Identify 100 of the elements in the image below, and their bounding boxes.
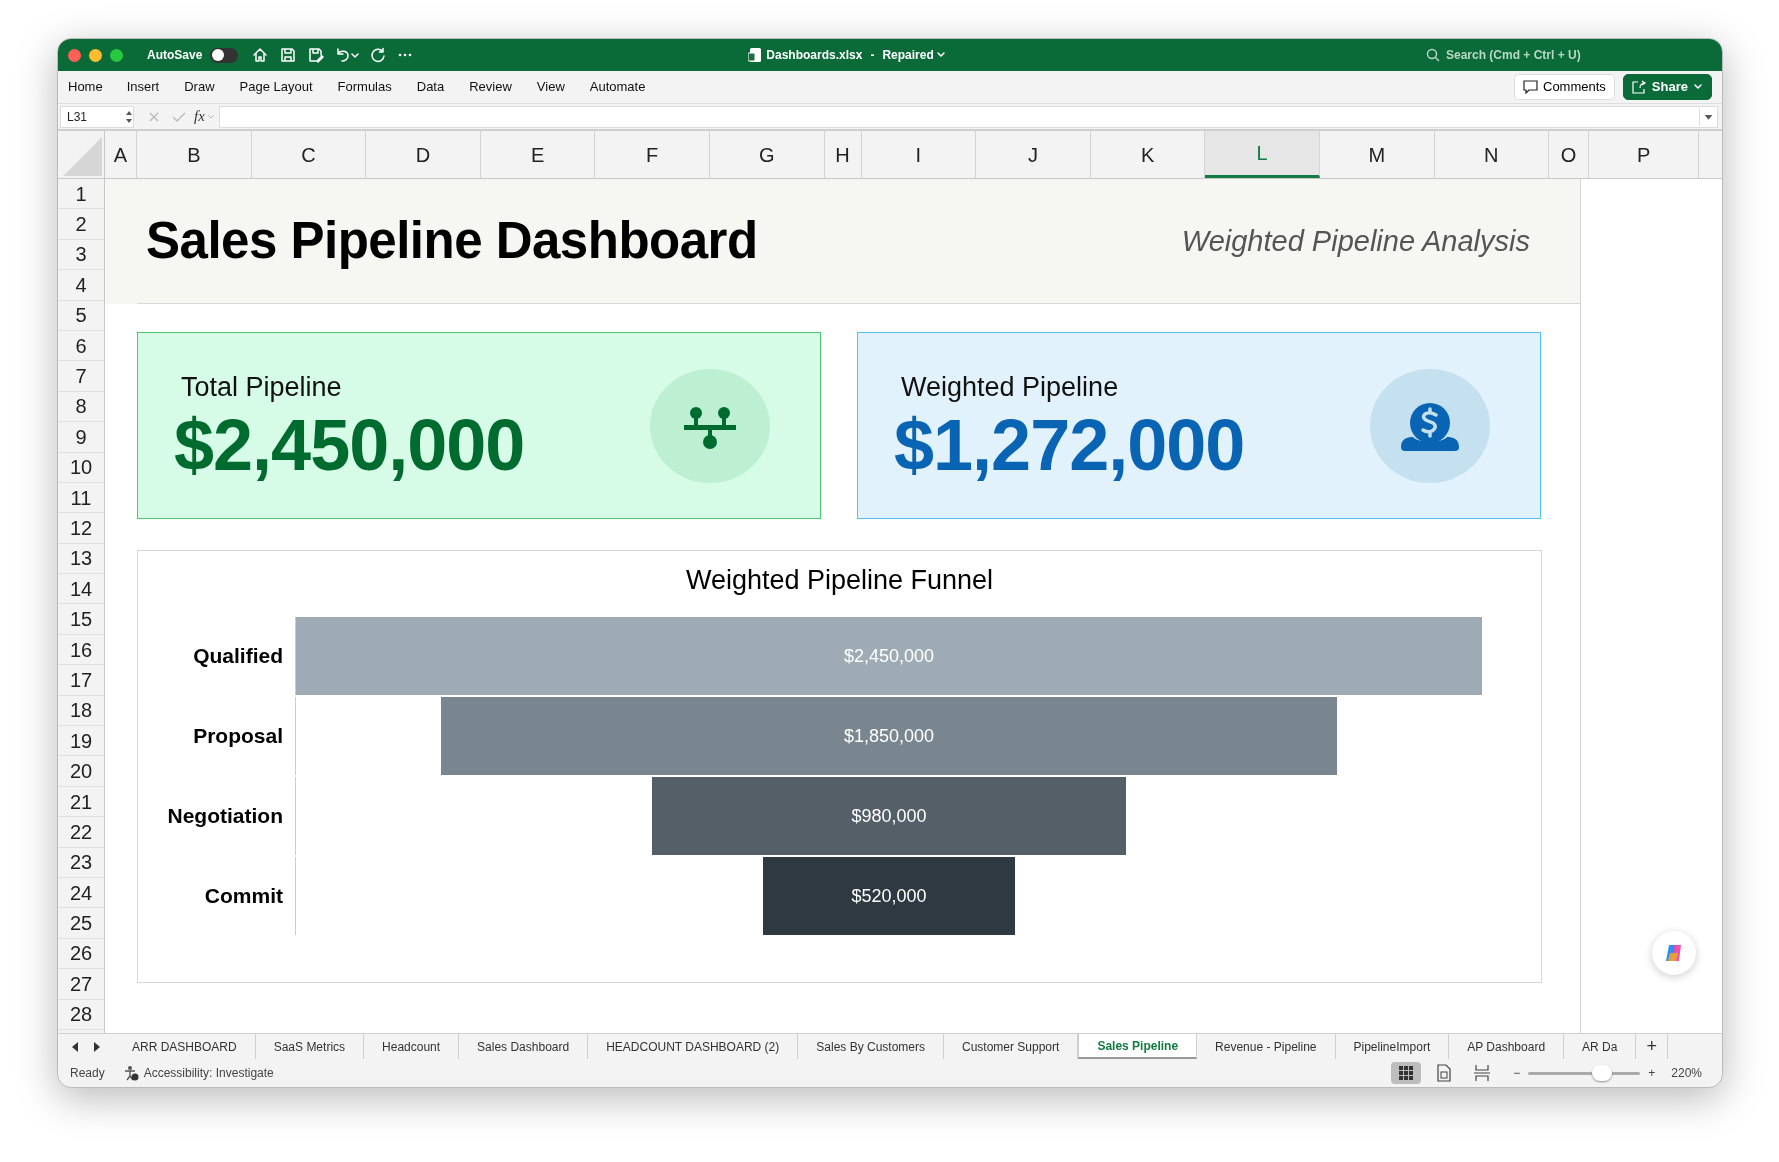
add-sheet-button[interactable]: + bbox=[1636, 1034, 1668, 1059]
row-header[interactable]: 26 bbox=[58, 938, 104, 970]
row-header[interactable]: 25 bbox=[58, 908, 104, 939]
row-header[interactable]: 17 bbox=[58, 665, 104, 696]
minimize-button[interactable] bbox=[89, 48, 102, 62]
kpi-value: $2,450,000 bbox=[174, 407, 525, 484]
kpi-label: Total Pipeline bbox=[181, 371, 343, 405]
cancel-icon bbox=[148, 110, 160, 123]
window-title: Dashboards.xlsx bbox=[766, 47, 863, 64]
row-header[interactable]: 19 bbox=[58, 726, 104, 757]
row-header[interactable]: 15 bbox=[58, 604, 104, 635]
row-header[interactable]: 12 bbox=[58, 513, 104, 544]
zoom-in-button[interactable]: + bbox=[1648, 1064, 1656, 1082]
zoom-out-button[interactable]: − bbox=[1513, 1064, 1521, 1082]
row-header[interactable]: 3 bbox=[58, 239, 104, 271]
kpi-label: Weighted Pipeline bbox=[901, 371, 1120, 405]
normal-view-icon[interactable] bbox=[1391, 1062, 1422, 1084]
column-header[interactable]: N bbox=[1434, 131, 1550, 178]
column-header[interactable]: O bbox=[1549, 131, 1590, 178]
ribbon-tab[interactable]: Insert bbox=[126, 77, 160, 97]
column-header[interactable]: E bbox=[480, 131, 596, 178]
ribbon-tab[interactable]: Home bbox=[68, 77, 103, 97]
row-header[interactable]: 14 bbox=[58, 574, 104, 605]
sheet-tab[interactable]: Revenue - Pipeline bbox=[1197, 1034, 1336, 1059]
column-header[interactable]: B bbox=[137, 131, 252, 178]
column-header[interactable]: A bbox=[105, 131, 137, 178]
ribbon-tab[interactable]: Formulas bbox=[337, 77, 392, 97]
dashboard-title: Sales Pipeline Dashboard bbox=[146, 211, 758, 272]
sheet-tab[interactable]: ARR DASHBOARD bbox=[114, 1034, 256, 1059]
ribbon-tab[interactable]: View bbox=[536, 77, 565, 97]
row-header[interactable]: 2 bbox=[58, 209, 104, 240]
column-header[interactable]: C bbox=[251, 131, 367, 178]
row-header[interactable]: 1 bbox=[58, 179, 104, 210]
column-header[interactable]: G bbox=[709, 131, 825, 178]
share-icon bbox=[1631, 80, 1647, 94]
save-edit-icon[interactable] bbox=[308, 47, 325, 63]
redo-icon[interactable] bbox=[370, 47, 387, 63]
sheet-tab[interactable]: Sales By Customers bbox=[798, 1034, 944, 1059]
autosave-label: AutoSave bbox=[147, 47, 203, 64]
column-header[interactable]: I bbox=[861, 131, 977, 178]
insert-function-button[interactable]: fx bbox=[194, 105, 205, 128]
sheet-tab[interactable]: AP Dashboard bbox=[1449, 1034, 1565, 1059]
sheet-tab[interactable]: Headcount bbox=[364, 1034, 460, 1059]
row-header[interactable]: 10 bbox=[58, 452, 104, 483]
search-field[interactable]: Search (Cmd + Ctrl + U) bbox=[1426, 45, 1604, 65]
ribbon-tab[interactable]: Review bbox=[469, 77, 512, 97]
excel-file-icon bbox=[748, 47, 763, 63]
sheet-tab[interactable]: PipelineImport bbox=[1335, 1034, 1450, 1059]
comments-button[interactable]: Comments bbox=[1514, 74, 1615, 100]
column-header[interactable]: J bbox=[976, 131, 1091, 178]
row-header[interactable]: 21 bbox=[58, 786, 104, 818]
sheet-tab[interactable]: HEADCOUNT DASHBOARD (2) bbox=[588, 1034, 799, 1059]
row-header[interactable]: 9 bbox=[58, 422, 104, 453]
zoom-slider[interactable] bbox=[1528, 1065, 1641, 1081]
column-header[interactable]: M bbox=[1319, 131, 1435, 178]
row-header[interactable]: 28 bbox=[58, 999, 104, 1030]
row-header[interactable]: 6 bbox=[58, 330, 104, 362]
sheet-tab[interactable]: SaaS Metrics bbox=[255, 1034, 365, 1059]
sheet-tab[interactable]: Sales Dashboard bbox=[459, 1034, 589, 1059]
formula-input[interactable] bbox=[218, 105, 1718, 128]
row-header[interactable]: 8 bbox=[58, 391, 104, 423]
column-header[interactable]: L bbox=[1205, 131, 1320, 178]
copilot-button[interactable] bbox=[1652, 931, 1696, 975]
row-header[interactable]: 4 bbox=[58, 270, 104, 301]
chart-title: Weighted Pipeline Funnel bbox=[685, 564, 994, 597]
row-header[interactable]: 7 bbox=[58, 361, 104, 392]
row-header[interactable]: 16 bbox=[58, 634, 104, 666]
column-header[interactable]: P bbox=[1589, 131, 1700, 178]
file-status-menu[interactable]: Repaired bbox=[882, 46, 946, 64]
ribbon-tab[interactable]: Page Layout bbox=[239, 77, 313, 97]
zoom-button[interactable] bbox=[110, 48, 123, 62]
autosave-toggle[interactable] bbox=[210, 47, 239, 63]
row-header[interactable]: 27 bbox=[58, 969, 104, 1000]
zoom-level[interactable]: 220% bbox=[1671, 1064, 1702, 1082]
bar-value-label: $980,000 bbox=[851, 804, 927, 828]
dashboard-subtitle: Weighted Pipeline Analysis bbox=[1181, 223, 1530, 259]
sheet-tab[interactable]: Sales Pipeline bbox=[1078, 1034, 1198, 1059]
column-header[interactable]: D bbox=[366, 131, 481, 178]
column-header[interactable]: F bbox=[595, 131, 710, 178]
share-button[interactable]: Share bbox=[1622, 74, 1712, 100]
sheet-tab[interactable]: AR Da bbox=[1564, 1034, 1637, 1059]
row-header[interactable]: 5 bbox=[58, 300, 104, 331]
row-header[interactable]: 13 bbox=[58, 543, 104, 575]
name-box[interactable]: L31 bbox=[60, 105, 134, 128]
ribbon-tab[interactable]: Draw bbox=[184, 77, 215, 97]
ribbon-tab[interactable]: Data bbox=[416, 77, 445, 97]
save-icon[interactable] bbox=[280, 47, 297, 63]
row-header[interactable]: 20 bbox=[58, 756, 104, 787]
row-header[interactable]: 23 bbox=[58, 847, 104, 878]
caret-icon bbox=[1693, 82, 1703, 92]
home-icon[interactable] bbox=[252, 47, 269, 63]
accessibility-status[interactable]: Accessibility: Investigate bbox=[143, 1064, 274, 1082]
column-header[interactable]: H bbox=[824, 131, 862, 178]
undo-icon[interactable] bbox=[334, 47, 351, 63]
zoom-slider-thumb[interactable] bbox=[1592, 1065, 1613, 1081]
row-header[interactable]: 11 bbox=[58, 482, 104, 514]
row-header[interactable]: 18 bbox=[58, 695, 104, 727]
row-header[interactable]: 24 bbox=[58, 878, 104, 909]
ribbon-tab[interactable]: Automate bbox=[589, 77, 646, 97]
row-header[interactable]: 22 bbox=[58, 817, 104, 848]
